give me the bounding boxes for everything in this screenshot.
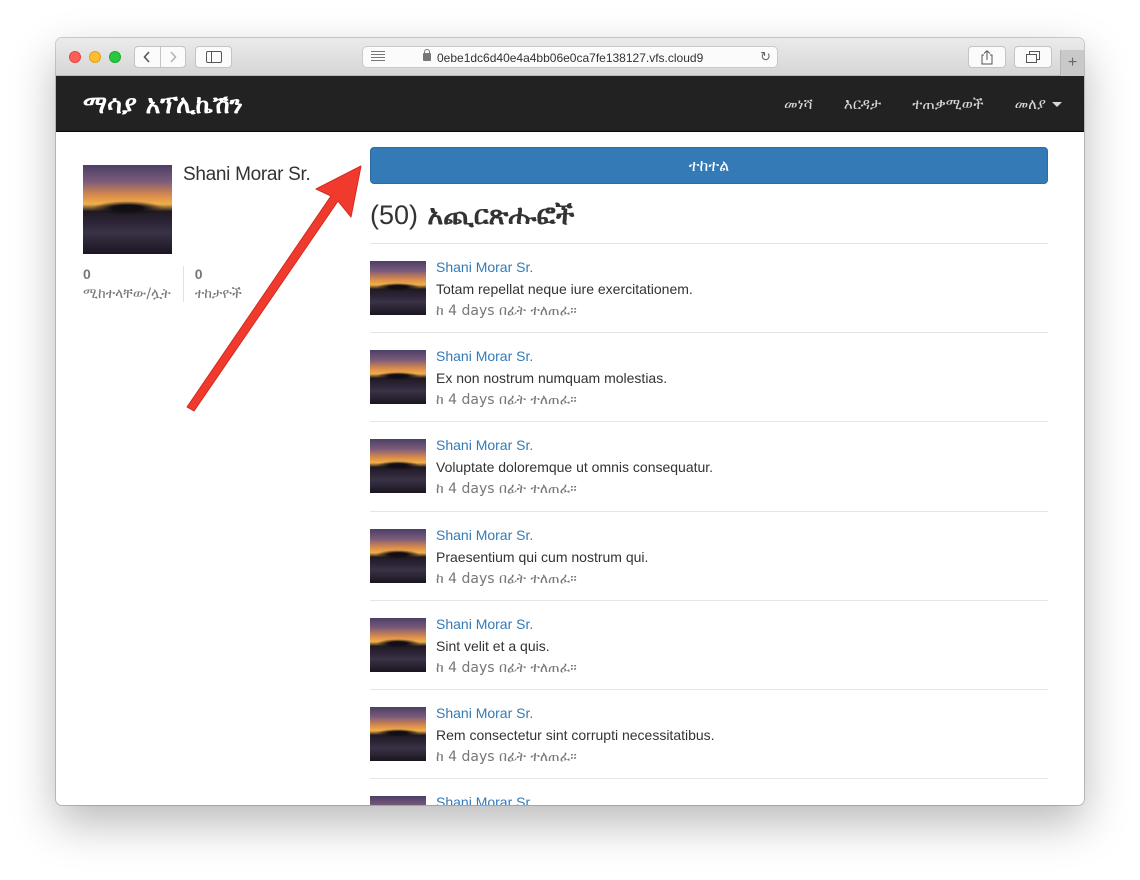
follow-button[interactable]: ተከተል <box>370 147 1048 184</box>
post-timestamp: ከ 4 days በፊት ተለጠፈ። <box>436 748 577 765</box>
forward-button[interactable] <box>161 47 186 67</box>
nav-link-help[interactable]: እርዳታ <box>844 95 881 113</box>
post-body: Praesentium qui cum nostrum qui. <box>436 548 649 565</box>
chevron-right-icon <box>170 51 177 63</box>
post-user-link[interactable]: Shani Morar Sr. <box>436 794 533 805</box>
feed-post: Shani Morar Sr. <box>370 779 1048 805</box>
page-content: Shani Morar Sr. 0 ሚከተላቸው/ሏት 0 ተከታዮች ተከተል… <box>56 132 1084 805</box>
nav-link-home[interactable]: መነሻ <box>784 95 813 113</box>
profile-name: Shani Morar Sr. <box>183 164 311 185</box>
post-timestamp: ከ 4 days በፊት ተለጠፈ። <box>436 570 577 587</box>
profile-stats: 0 ሚከተላቸው/ሏት 0 ተከታዮች <box>83 266 254 302</box>
post-user-link[interactable]: Shani Morar Sr. <box>436 437 533 453</box>
feed-count: (50) <box>370 200 419 230</box>
history-nav-group <box>134 46 186 68</box>
post-body: Totam repellat neque iure exercitationem… <box>436 281 693 297</box>
sidebar-icon <box>205 51 222 63</box>
following-count: 0 <box>83 266 91 282</box>
following-label: ሚከተላቸው/ሏት <box>83 286 171 302</box>
following-stat[interactable]: 0 ሚከተላቸው/ሏት <box>83 266 183 302</box>
post-user-link[interactable]: Shani Morar Sr. <box>436 348 533 364</box>
feed-post: Shani Morar Sr. Totam repellat neque iur… <box>370 244 1048 334</box>
address-bar[interactable]: 0ebe1dc6d40e4a4bb06e0ca7fe138127.vfs.clo… <box>362 46 778 68</box>
app-brand[interactable]: ማሳያ አፕሊኬሽን <box>83 90 243 120</box>
feed-post: Shani Morar Sr. Rem consectetur sint cor… <box>370 690 1048 780</box>
post-avatar[interactable] <box>370 706 426 761</box>
post-body: Rem consectetur sint corrupti necessitat… <box>436 726 715 743</box>
post-timestamp: ከ 4 days በፊት ተለጠፈ። <box>436 392 577 409</box>
nav-link-users[interactable]: ተጠቃሚወች <box>912 95 983 113</box>
post-timestamp: ከ 4 days በፊት ተለጠፈ። <box>436 659 577 676</box>
profile-avatar <box>83 165 172 254</box>
post-avatar[interactable] <box>370 617 426 672</box>
minimize-window-button[interactable] <box>89 51 101 63</box>
nav-link-account[interactable]: መለያ <box>1015 95 1062 113</box>
post-timestamp: ከ 4 days በፊት ተለጠፈ። <box>436 303 577 319</box>
browser-window: 0ebe1dc6d40e4a4bb06e0ca7fe138127.vfs.clo… <box>56 38 1084 805</box>
tabs-icon <box>1026 51 1040 63</box>
micropost-feed: Shani Morar Sr. Totam repellat neque iur… <box>370 244 1048 805</box>
post-body: Sint velit et a quis. <box>436 637 550 654</box>
post-user-link[interactable]: Shani Morar Sr. <box>436 616 533 632</box>
followers-stat[interactable]: 0 ተከታዮች <box>182 266 254 302</box>
post-body: Ex non nostrum numquam molestias. <box>436 370 668 387</box>
feed-post: Shani Morar Sr. Praesentium qui cum nost… <box>370 512 1048 601</box>
post-avatar[interactable] <box>370 350 426 405</box>
post-user-link[interactable]: Shani Morar Sr. <box>436 259 533 275</box>
feed-post: Shani Morar Sr. Sint velit et a quis. ከ … <box>370 601 1048 690</box>
browser-titlebar: 0ebe1dc6d40e4a4bb06e0ca7fe138127.vfs.clo… <box>56 38 1084 76</box>
share-button[interactable] <box>968 46 1006 68</box>
reader-view-icon[interactable] <box>371 51 385 63</box>
feed-title-text: አጪርጽሑፎች <box>427 200 575 231</box>
maximize-window-button[interactable] <box>109 51 121 63</box>
feed-title: (50) አጪርጽሑፎች <box>370 200 574 232</box>
url-text[interactable]: 0ebe1dc6d40e4a4bb06e0ca7fe138127.vfs.clo… <box>437 51 727 65</box>
lock-icon <box>423 49 431 61</box>
share-icon <box>981 49 993 64</box>
post-user-link[interactable]: Shani Morar Sr. <box>436 527 533 543</box>
app-navbar: ማሳያ አፕሊኬሽን መነሻ እርዳታ ተጠቃሚወች መለያ <box>56 76 1084 132</box>
chevron-left-icon <box>143 51 150 63</box>
post-body: Voluptate doloremque ut omnis consequatu… <box>436 459 714 476</box>
show-tabs-button[interactable] <box>1014 46 1052 68</box>
close-window-button[interactable] <box>69 51 81 63</box>
post-avatar[interactable] <box>370 528 426 583</box>
account-menu-label: መለያ <box>1014 95 1046 113</box>
feed-post: Shani Morar Sr. Voluptate doloremque ut … <box>370 422 1048 512</box>
post-user-link[interactable]: Shani Morar Sr. <box>436 705 533 721</box>
nav-links: መነሻ እርዳታ ተጠቃሚወች መለያ <box>753 76 1062 132</box>
followers-label: ተከታዮች <box>194 286 242 302</box>
post-avatar[interactable] <box>370 796 426 805</box>
reload-icon[interactable]: ↻ <box>760 49 771 65</box>
feed-post: Shani Morar Sr. Ex non nostrum numquam m… <box>370 333 1048 423</box>
sidebar-toggle-button[interactable] <box>195 46 232 68</box>
back-button[interactable] <box>135 47 161 67</box>
post-avatar[interactable] <box>370 261 426 315</box>
new-tab-button[interactable]: + <box>1060 50 1084 76</box>
post-avatar[interactable] <box>370 439 426 494</box>
followers-count: 0 <box>194 266 203 282</box>
caret-down-icon <box>1052 102 1062 107</box>
post-timestamp: ከ 4 days በፊት ተለጠፈ። <box>436 481 577 498</box>
